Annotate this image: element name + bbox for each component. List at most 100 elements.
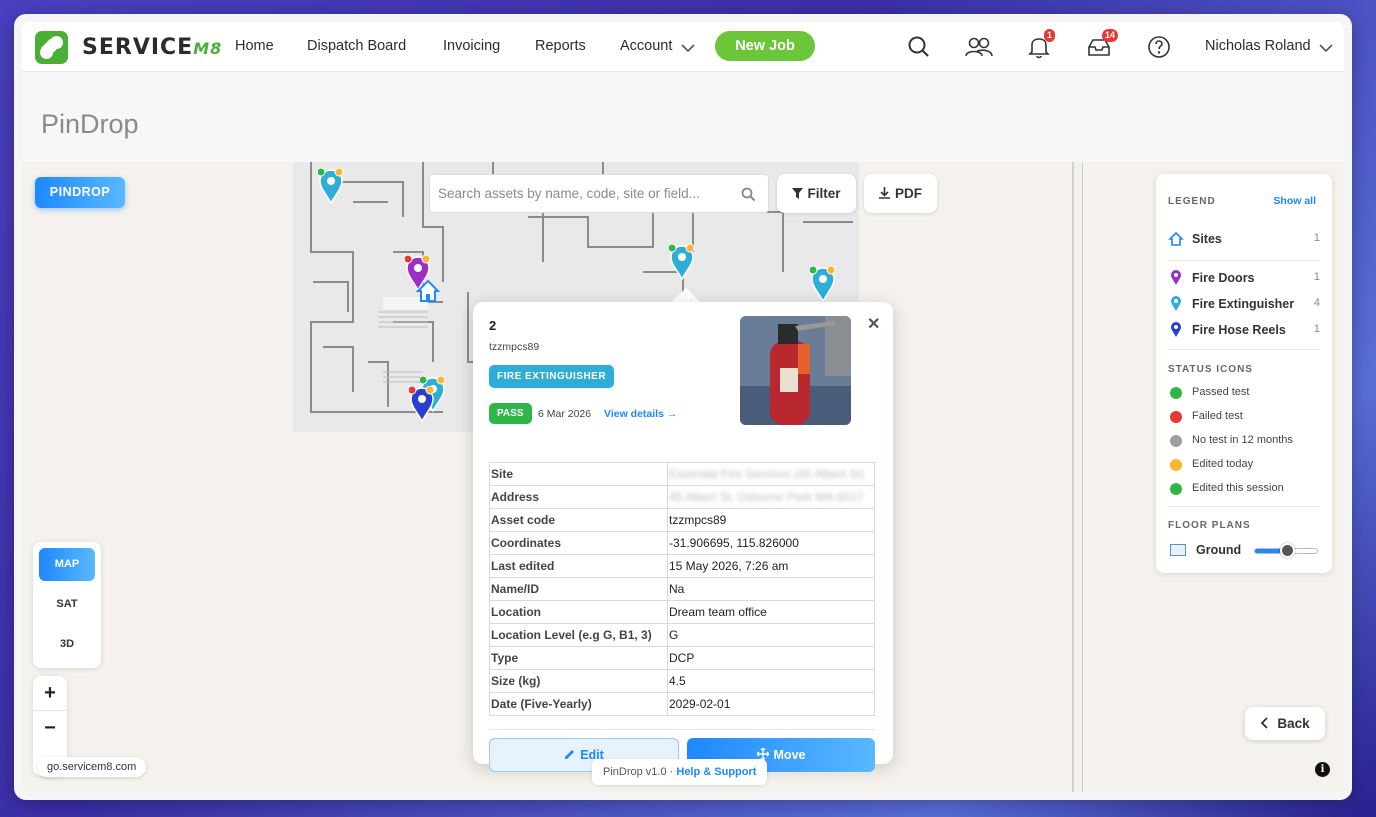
dot-icon [1170,483,1182,495]
chevron-down-icon [1319,44,1333,53]
filter-label: Filter [807,186,841,201]
fire-hose-reel-pin-icon [1171,322,1181,337]
nav-dispatch-board[interactable]: Dispatch Board [307,38,406,54]
close-icon[interactable]: ✕ [867,314,880,334]
move-label: Move [773,748,806,762]
legend-item-count: 1 [1313,271,1320,283]
view-details-link[interactable]: View details → [604,408,677,420]
legend-item-fire-doors[interactable]: Fire Doors 1 [1168,269,1320,289]
detail-value: tzzmpcs89 [667,508,875,532]
nav-home[interactable]: Home [235,38,274,54]
fire-extinguisher-pin[interactable] [669,244,695,280]
detail-row: Type DCP [489,646,875,670]
legend-item-sites[interactable]: Sites 1 [1168,230,1320,250]
detail-value: Essential Fire Services (45 Albert St) [667,462,875,486]
page-title: PinDrop [41,109,139,139]
fire-extinguisher-pin[interactable] [318,168,344,204]
detail-value: G [667,623,875,647]
detail-row: Date (Five-Yearly) 2029-02-01 [489,692,875,716]
legend-item-fire-extinguisher[interactable]: Fire Extinguisher 4 [1168,295,1320,315]
asset-photo[interactable] [740,316,851,425]
pdf-button[interactable]: PDF [864,174,937,213]
legend-panel: LEGEND Show all Sites 1 Fire Doors 1 Fir… [1156,174,1332,573]
dot-icon [1170,459,1182,471]
filter-button[interactable]: Filter [777,174,856,213]
version-text: PinDrop v1.0 · [603,766,677,778]
servicem8-logo[interactable] [35,31,68,64]
detail-value: 45 Albert St, Osborne Park WA 6017 [667,485,875,509]
user-menu[interactable]: Nicholas Roland [1205,38,1311,54]
fire-hose-reel-pin[interactable] [409,386,435,422]
new-job-button[interactable]: New Job [715,31,815,61]
status-edited-session: Edited this session [1168,480,1320,498]
legend-item-fire-hose-reels[interactable]: Fire Hose Reels 1 [1168,321,1320,341]
pindrop-button[interactable]: PINDROP [35,177,125,208]
detail-key: Location Level (e.g G, B1, 3) [489,623,668,647]
asset-code: tzzmpcs89 [489,341,540,353]
site-home-icon[interactable] [415,278,441,304]
asset-search-box [429,174,769,213]
asset-details-popup: 2 tzzmpcs89 FIRE EXTINGUISHER PASS 6 Mar… [473,302,893,772]
status-label: Edited this session [1192,482,1284,494]
status-label: No test in 12 months [1192,434,1293,446]
legend-item-count: 4 [1313,297,1320,309]
status-edited-today: Edited today [1168,456,1320,474]
fire-door-pin-icon [1171,270,1181,285]
status-label: Failed test [1192,410,1243,422]
detail-key: Name/ID [489,577,668,601]
asset-number: 2 [489,318,497,333]
floor-opacity-slider[interactable] [1254,543,1318,558]
floor-plans-title: FLOOR PLANS [1168,520,1251,531]
detail-key: Type [489,646,668,670]
back-button[interactable]: Back [1245,707,1325,740]
status-badge: PASS [489,403,532,424]
chevron-down-icon [681,44,695,53]
map-mode-3d[interactable]: 3D [39,628,95,661]
nav-reports[interactable]: Reports [535,38,586,54]
map-road-line [1072,162,1074,792]
detail-row: Address 45 Albert St, Osborne Park WA 601… [489,485,875,509]
legend-divider [1168,506,1320,507]
status-passed: Passed test [1168,384,1320,402]
detail-key: Site [489,462,668,486]
legend-divider [1168,260,1320,261]
back-label: Back [1277,716,1310,731]
fire-extinguisher-pin[interactable] [810,266,836,302]
legend-show-all-link[interactable]: Show all [1273,195,1316,207]
detail-row: Location Dream team office [489,600,875,624]
search-icon[interactable] [906,34,932,60]
status-icons-title: STATUS ICONS [1168,364,1253,375]
help-icon[interactable] [1146,34,1172,60]
detail-key: Asset code [489,508,668,532]
inbox-badge: 14 [1102,29,1119,42]
top-navigation: SERVICEM8 Home Dispatch Board Invoicing … [22,22,1344,72]
detail-row: Location Level (e.g G, B1, 3) G [489,623,875,647]
nav-account[interactable]: Account [620,38,672,54]
map-mode-switcher: MAP SAT 3D [33,542,101,668]
status-label: Passed test [1192,386,1250,398]
map-mode-map[interactable]: MAP [39,548,95,581]
detail-key: Date (Five-Yearly) [489,692,668,716]
help-support-link[interactable]: Help & Support [676,766,756,778]
status-date: 6 Mar 2026 [538,408,592,420]
zoom-in-button[interactable]: + [33,676,67,710]
map-mode-satellite[interactable]: SAT [39,588,95,621]
nav-invoicing[interactable]: Invoicing [443,38,500,54]
asset-search-input[interactable] [430,175,730,212]
info-icon[interactable]: i [1315,762,1330,777]
notifications-badge: 1 [1044,29,1056,42]
detail-row: Size (kg) 4.5 [489,669,875,693]
detail-value: 15 May 2026, 7:26 am [667,554,875,578]
floor-plan-ground[interactable]: Ground [1168,541,1320,561]
slider-handle[interactable] [1280,543,1295,558]
popup-divider [489,729,875,730]
status-label: Edited today [1192,458,1254,470]
question-icon [1170,435,1182,447]
detail-value: Dream team office [667,600,875,624]
cross-icon [1170,411,1182,423]
team-icon[interactable] [964,34,994,60]
floor-plan-label: Ground [1196,543,1242,557]
zoom-out-button[interactable]: − [33,711,67,745]
detail-row: Name/ID Na [489,577,875,601]
asset-details-table: Site Essential Fire Services (45 Albert S… [489,462,875,716]
